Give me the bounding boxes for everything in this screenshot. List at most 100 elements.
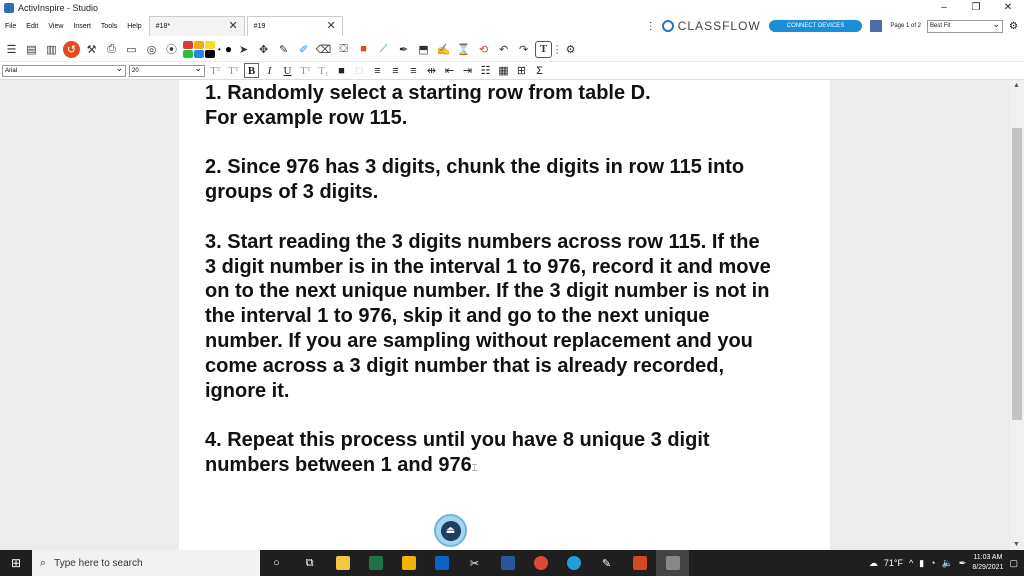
connect-devices-button[interactable]: CONNECT DEVICES bbox=[768, 20, 863, 32]
special-character-icon[interactable]: ⊞ bbox=[514, 63, 529, 78]
menu-file[interactable]: File bbox=[0, 23, 21, 30]
connector-icon[interactable]: ⟋ bbox=[375, 41, 392, 58]
menu-help[interactable]: Help bbox=[122, 23, 146, 30]
table-icon[interactable]: ▦ bbox=[496, 63, 511, 78]
color-swatch-black[interactable] bbox=[205, 49, 215, 58]
magic-ink-icon[interactable]: ✒ bbox=[395, 41, 412, 58]
snipping-tool-icon[interactable]: ✂ bbox=[458, 550, 491, 576]
bullet-list-icon[interactable]: ☷ bbox=[478, 63, 493, 78]
close-tab-icon[interactable]: ✕ bbox=[228, 19, 237, 32]
redo-icon[interactable]: ↷ bbox=[515, 41, 532, 58]
text-icon[interactable]: T bbox=[535, 40, 553, 58]
subscript-button[interactable]: T₁ bbox=[316, 63, 331, 78]
text-color-icon[interactable]: ■ bbox=[334, 63, 349, 78]
taskbar-search[interactable]: ⌕ Type here to search bbox=[32, 550, 260, 576]
chrome-icon[interactable] bbox=[524, 550, 557, 576]
equation-button[interactable]: Σ bbox=[532, 63, 547, 78]
more-icon[interactable]: ⋮ bbox=[646, 21, 656, 32]
edit-profile-icon[interactable]: ▤ bbox=[23, 41, 40, 58]
align-left-icon[interactable]: ≡ bbox=[370, 63, 385, 78]
background-color-icon[interactable]: □ bbox=[352, 63, 367, 78]
handwriting-icon[interactable]: ✍ bbox=[435, 41, 452, 58]
volume-icon[interactable]: 🔈 bbox=[942, 558, 953, 569]
color-swatch-red[interactable] bbox=[183, 40, 193, 49]
edge-icon[interactable] bbox=[557, 550, 590, 576]
scroll-up-icon[interactable]: ▲ bbox=[1013, 82, 1020, 89]
main-menu-icon[interactable]: ☰ bbox=[3, 41, 20, 58]
pen-workspace-icon[interactable]: ✒ bbox=[959, 558, 967, 569]
weather-icon[interactable]: ☁ bbox=[869, 558, 878, 569]
undo-icon[interactable]: ↶ bbox=[495, 41, 512, 58]
shape-recognition-icon[interactable]: ⬒ bbox=[415, 41, 432, 58]
font-family-select[interactable]: Arial bbox=[2, 63, 126, 77]
clear-icon[interactable]: ⌛ bbox=[455, 41, 472, 58]
color-swatch-green[interactable] bbox=[183, 49, 193, 58]
word-icon[interactable] bbox=[491, 550, 524, 576]
task-view-icon[interactable]: ⧉ bbox=[293, 550, 326, 576]
resources-icon[interactable]: ⚒ bbox=[83, 41, 100, 58]
activinspire-taskbar-icon[interactable] bbox=[656, 550, 689, 576]
settings-icon[interactable]: ⚙ bbox=[1009, 21, 1018, 32]
revealer-icon[interactable]: ⟲ bbox=[475, 41, 492, 58]
justify-icon[interactable]: ⇹ bbox=[424, 63, 439, 78]
image-icon[interactable]: ▥ bbox=[43, 41, 60, 58]
highlighter-icon[interactable]: ✐ bbox=[295, 41, 312, 58]
shape-icon[interactable]: ■ bbox=[355, 41, 372, 58]
align-center-icon[interactable]: ≡ bbox=[388, 63, 403, 78]
tab-18[interactable]: #18* ✕ bbox=[148, 16, 245, 36]
subscript-icon[interactable]: Tᵀ bbox=[226, 63, 241, 78]
marquee-icon[interactable]: ✥ bbox=[255, 41, 272, 58]
color-swatch-orange[interactable] bbox=[194, 40, 204, 49]
decrease-indent-icon[interactable]: ⇤ bbox=[442, 63, 457, 78]
pen-icon[interactable]: ✎ bbox=[275, 41, 292, 58]
increase-indent-icon[interactable]: ⇥ bbox=[460, 63, 475, 78]
minimize-button[interactable]: – bbox=[928, 0, 960, 15]
page-controls-button[interactable]: ⏏ bbox=[434, 514, 467, 547]
print-icon[interactable]: ⎙ bbox=[103, 41, 120, 58]
text-box[interactable]: 1. Randomly select a starting row from t… bbox=[205, 81, 805, 481]
temperature[interactable]: 71°F bbox=[884, 558, 903, 568]
store-icon[interactable] bbox=[392, 550, 425, 576]
display-icon[interactable]: ▭ bbox=[123, 41, 140, 58]
eraser-icon[interactable]: ⌫ bbox=[315, 41, 332, 58]
camera-icon[interactable]: ⦿ bbox=[163, 41, 180, 58]
show-hidden-icons-icon[interactable]: ^ bbox=[909, 558, 913, 568]
customize-toolbar-icon[interactable]: ⚙ bbox=[562, 41, 579, 58]
select-icon[interactable]: ➤ bbox=[235, 41, 252, 58]
windows-start-icon[interactable]: ⊞ bbox=[0, 550, 32, 576]
spotlight-icon[interactable]: ◎ bbox=[143, 41, 160, 58]
excel-icon[interactable] bbox=[359, 550, 392, 576]
battery-icon[interactable]: ▮ bbox=[919, 558, 924, 569]
outlook-icon[interactable] bbox=[425, 550, 458, 576]
font-size-select[interactable]: 20 bbox=[129, 63, 205, 77]
align-right-icon[interactable]: ≡ bbox=[406, 63, 421, 78]
color-swatch-blue[interactable] bbox=[194, 49, 204, 58]
pen-width-selector[interactable]: • ● bbox=[218, 42, 232, 56]
italic-button[interactable]: I bbox=[262, 63, 277, 78]
scrollbar-thumb[interactable] bbox=[1012, 128, 1022, 420]
paint-icon[interactable]: ✎ bbox=[590, 550, 623, 576]
file-explorer-icon[interactable] bbox=[326, 550, 359, 576]
network-icon[interactable]: ◔ bbox=[930, 558, 935, 568]
menu-insert[interactable]: Insert bbox=[68, 23, 96, 30]
reset-icon[interactable]: ↺ bbox=[63, 40, 80, 58]
color-swatch-yellow[interactable] bbox=[205, 40, 215, 49]
maximize-button[interactable]: ❐ bbox=[960, 0, 992, 15]
pen-width-large-icon[interactable]: ● bbox=[225, 42, 232, 56]
underline-button[interactable]: U bbox=[280, 63, 295, 78]
tab-19[interactable]: #19 ✕ bbox=[246, 16, 343, 36]
menu-view[interactable]: View bbox=[43, 23, 68, 30]
bold-button[interactable]: B bbox=[244, 63, 259, 78]
grid-icon[interactable] bbox=[870, 20, 883, 32]
flipchart-page[interactable]: 1. Randomly select a starting row from t… bbox=[179, 80, 830, 550]
cortana-icon[interactable]: ○ bbox=[260, 550, 293, 576]
superscript-button[interactable]: Tᵀ bbox=[298, 63, 313, 78]
clock[interactable]: 11:03 AM 8/29/2021 bbox=[972, 553, 1003, 573]
menu-tools[interactable]: Tools bbox=[96, 23, 122, 30]
zoom-select[interactable]: Best Fit bbox=[927, 19, 1004, 33]
close-button[interactable]: ✕ bbox=[992, 0, 1024, 15]
superscript-icon[interactable]: Tᵀ bbox=[208, 63, 223, 78]
fill-icon[interactable]: ⛋ bbox=[335, 41, 352, 58]
powerpoint-icon[interactable] bbox=[623, 550, 656, 576]
notifications-icon[interactable]: ▢ bbox=[1009, 558, 1018, 569]
